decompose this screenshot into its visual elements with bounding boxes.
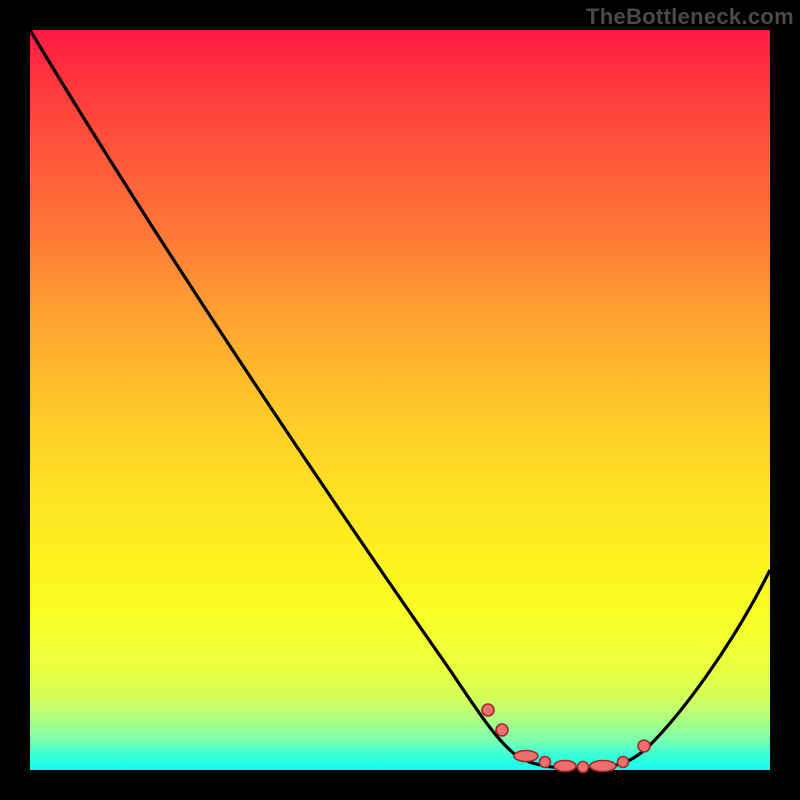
optimal-range-markers — [482, 704, 650, 773]
marker-dot — [638, 740, 650, 752]
marker-dash — [554, 761, 576, 772]
chart-frame: TheBottleneck.com — [0, 0, 800, 800]
marker-dot — [482, 704, 494, 716]
marker-dot — [618, 757, 629, 768]
marker-dash — [590, 761, 616, 772]
bottleneck-curve-path — [30, 30, 770, 769]
marker-dash — [514, 751, 538, 762]
plot-area — [30, 30, 770, 770]
marker-dot — [578, 762, 589, 773]
watermark-text: TheBottleneck.com — [586, 4, 794, 30]
marker-dot — [496, 724, 508, 736]
marker-dot — [540, 757, 551, 768]
chart-svg — [30, 30, 770, 770]
